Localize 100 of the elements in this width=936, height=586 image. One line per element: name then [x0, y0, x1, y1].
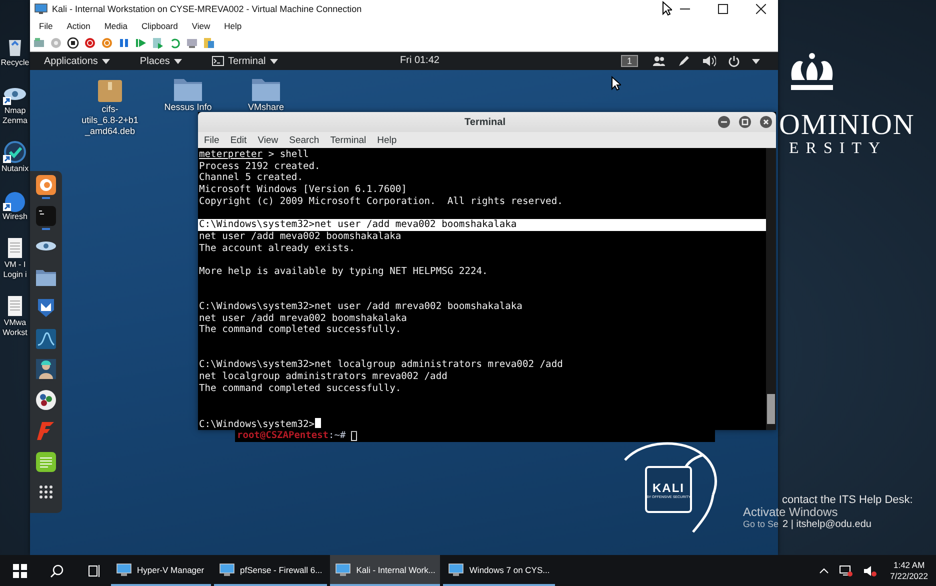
shield-icon[interactable] — [36, 298, 56, 318]
network-icon[interactable] — [839, 564, 854, 576]
close-icon — [760, 116, 772, 128]
people-icon[interactable] — [652, 55, 666, 67]
workspace-indicator[interactable]: 1 — [620, 55, 638, 67]
scrollbar[interactable] — [766, 148, 776, 430]
terminal-line: C:\Windows\system32>net localgroup administrators mreva002 /add — [199, 359, 563, 370]
taskbar-button[interactable]: Hyper-V Manager — [111, 555, 211, 586]
folder-icon[interactable] — [173, 76, 203, 102]
session-icon[interactable] — [186, 36, 198, 48]
maximize-button[interactable] — [739, 116, 751, 128]
icon-label: Workst — [2, 328, 28, 338]
taskbar-button[interactable]: pfSense - Firewall 6... — [214, 555, 328, 586]
volume-icon[interactable] — [863, 564, 878, 576]
menu-item[interactable]: View — [192, 21, 210, 31]
menu-item[interactable]: Help — [224, 21, 242, 31]
terminal-line: Microsoft Windows [Version 6.1.7600] — [199, 184, 407, 196]
check-icon[interactable] — [3, 140, 27, 164]
menu-item[interactable]: Search — [289, 134, 320, 146]
wallpaper-title: OMINION — [779, 110, 915, 140]
icon-label: Nmap — [4, 106, 26, 116]
pause-icon[interactable] — [118, 36, 130, 48]
caret-icon — [270, 58, 278, 64]
power-icon[interactable] — [728, 55, 740, 67]
terminal-line: Process 2192 created. — [199, 160, 320, 172]
icon-label: cifs- — [102, 104, 118, 115]
volume-icon[interactable] — [702, 55, 716, 67]
start-button[interactable] — [13, 564, 27, 578]
menu-item[interactable]: Action — [66, 21, 90, 31]
menu-item[interactable]: Edit — [230, 134, 247, 146]
figure-icon[interactable] — [36, 359, 56, 380]
fin-icon[interactable] — [36, 328, 56, 349]
icon-label: _amd64.deb — [84, 126, 136, 137]
taskbar-date[interactable]: 7/22/2022 — [890, 570, 928, 582]
pen-icon[interactable] — [678, 55, 690, 67]
search-icon[interactable] — [50, 564, 64, 578]
prompt-text: meterpreter — [199, 149, 263, 160]
terminal-line: net user /add meva002 boomshakalaka — [199, 230, 402, 242]
start-icon[interactable] — [50, 36, 62, 48]
shutdown-icon[interactable] — [84, 36, 96, 48]
browser-icon[interactable] — [36, 175, 56, 195]
wallpaper-subtitle: ERSITY — [789, 140, 888, 158]
menu-item[interactable]: File — [204, 134, 220, 146]
menu-item[interactable]: File — [39, 21, 53, 31]
monitor-icon — [116, 562, 132, 576]
save-icon[interactable] — [101, 36, 113, 48]
cursor-icon — [611, 76, 621, 91]
icon-label: utils_6.8-2+b1 — [82, 115, 138, 126]
caret-icon[interactable] — [819, 568, 830, 574]
caret-icon[interactable] — [752, 58, 760, 64]
terminal-line: Channel 5 created. — [199, 172, 303, 184]
help-desk-text: contact the ITS Help Desk: — [782, 494, 913, 506]
menu-item[interactable]: Terminal — [330, 134, 366, 146]
minimize-button[interactable] — [718, 116, 730, 128]
monitor-icon — [34, 3, 48, 15]
terminal-menu[interactable]: Terminal — [204, 56, 286, 66]
caret-icon — [102, 58, 110, 64]
terminal-line: C:\Windows\system32>net user /add mreva002 boomshakalaka — [199, 300, 522, 312]
terminal-line: The command completed successfully. — [199, 382, 402, 394]
places-menu[interactable]: Places — [132, 56, 190, 66]
revert-icon[interactable] — [169, 36, 181, 48]
icon-label: VM - I — [4, 260, 26, 270]
terminal-icon — [212, 56, 224, 66]
taskbar-button[interactable]: Windows 7 on CYS... — [443, 555, 555, 586]
stop-icon[interactable] — [67, 36, 79, 48]
close-icon — [756, 4, 766, 14]
terminal-line: C:\Windows\system32>net user /add meva002 boomshakalaka — [199, 219, 517, 230]
terminal-line: More help is available by typing NET HELPMSG 2224. — [199, 266, 488, 277]
activation-hint: Go to Se — [743, 519, 779, 529]
icon-label: Wiresh — [2, 212, 28, 222]
menu-item[interactable]: Media — [104, 21, 128, 31]
window-title: Terminal — [464, 116, 506, 128]
clock[interactable]: Fri 01:42 — [400, 55, 440, 66]
minimize-icon — [718, 116, 730, 128]
taskbar-button[interactable]: Kali - Internal Work... — [330, 555, 440, 586]
close-button[interactable] — [760, 116, 772, 128]
help-desk-contact: 2 | itshelp@odu.edu — [782, 519, 872, 530]
menu-item[interactable]: View — [258, 134, 278, 146]
dots-icon[interactable] — [36, 390, 56, 410]
task-view-icon[interactable] — [87, 564, 101, 578]
icon-label: Nessus Info — [164, 102, 212, 113]
terminal-line: Copyright (c) 2009 Microsoft Corporation. All rights reserved. — [199, 196, 563, 207]
window-title: Kali - Internal Workstation on CYSE-MREVA002 - Virtual Machine Connection — [52, 4, 362, 14]
share-icon[interactable] — [203, 36, 215, 48]
taskbar-time[interactable]: 1:42 AM — [893, 560, 925, 570]
folder-icon[interactable] — [36, 267, 56, 288]
menu-item[interactable]: Help — [377, 134, 397, 146]
terminal-line: net localgroup administrators mreva002 /add — [199, 371, 448, 382]
terminal-line: The account already exists. — [199, 242, 355, 254]
terminal-line: net user /add mreva002 boomshakalaka — [199, 312, 407, 324]
bolt-icon[interactable] — [36, 420, 56, 441]
prompt-host: root@CSZAPentest — [237, 430, 329, 441]
play-icon[interactable] — [135, 36, 147, 48]
menu-item[interactable]: Clipboard — [141, 21, 178, 31]
text-cursor — [314, 418, 321, 428]
folder-icon[interactable] — [251, 76, 281, 102]
notes-icon[interactable] — [36, 452, 56, 472]
checkpoint-icon[interactable] — [152, 36, 164, 48]
icon-label: VMshare — [248, 102, 284, 113]
applications-menu[interactable]: Applications — [36, 56, 118, 66]
